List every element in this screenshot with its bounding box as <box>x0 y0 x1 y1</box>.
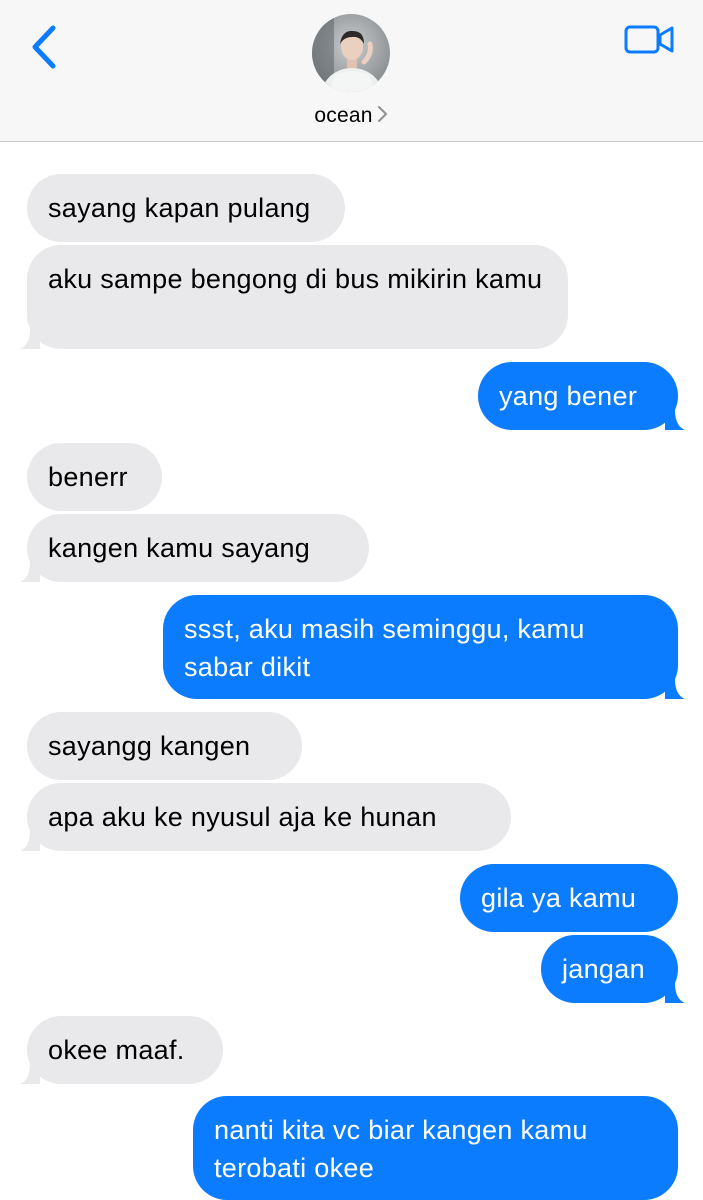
bubble-tail <box>665 410 685 430</box>
message-bubble-outgoing[interactable]: jangan <box>541 935 685 1003</box>
bubble-tail <box>20 562 40 582</box>
message-text: aku sampe bengong di bus mikirin kamu <box>48 264 543 294</box>
chevron-right-icon <box>377 106 387 122</box>
message-bubble-incoming[interactable]: benerr <box>27 443 162 511</box>
message-text: gila ya kamu <box>481 883 637 913</box>
message-bubble-incoming[interactable]: aku sampe bengong di bus mikirin kamu <box>20 245 568 349</box>
conversation-header: ocean <box>0 0 703 142</box>
message-bubble-outgoing[interactable]: nanti kita vc biar kangen kamu terobati … <box>193 1096 678 1200</box>
message-text: kangen kamu sayang <box>48 533 311 563</box>
bubble-tail <box>20 831 40 851</box>
bubble-tail <box>20 1064 40 1084</box>
message-text: ssst, aku masih seminggu, kamu sabar dik… <box>184 614 585 682</box>
contact-name-row: ocean <box>251 104 451 128</box>
contact-info[interactable]: ocean <box>251 14 451 128</box>
message-bubble-incoming[interactable]: sayangg kangen <box>27 712 302 780</box>
avatar <box>312 14 390 92</box>
message-bubble-outgoing[interactable]: ssst, aku masih seminggu, kamu sabar dik… <box>163 595 685 699</box>
message-bubble-outgoing[interactable]: gila ya kamu <box>460 864 678 932</box>
message-text: sayangg kangen <box>48 731 251 761</box>
message-text: sayang kapan pulang <box>48 193 311 223</box>
message-bubble-incoming[interactable]: apa aku ke nyusul aja ke hunan <box>20 783 511 851</box>
message-bubble-incoming[interactable]: kangen kamu sayang <box>20 514 369 582</box>
contact-name: ocean <box>314 104 373 127</box>
message-text: apa aku ke nyusul aja ke hunan <box>48 802 437 832</box>
back-button[interactable] <box>26 22 66 72</box>
message-bubble-outgoing[interactable]: yang bener <box>478 362 685 430</box>
bubble-tail <box>665 679 685 699</box>
chevron-left-icon <box>32 25 56 69</box>
message-bubble-incoming[interactable]: okee maaf. <box>20 1016 223 1084</box>
bubble-tail <box>665 983 685 1003</box>
message-text: okee maaf. <box>48 1035 185 1065</box>
video-call-button[interactable] <box>622 22 676 58</box>
message-bubble-incoming[interactable]: sayang kapan pulang <box>27 174 345 242</box>
message-text: yang bener <box>499 381 638 411</box>
message-text: nanti kita vc biar kangen kamu terobati … <box>214 1115 588 1183</box>
message-text: jangan <box>562 954 645 984</box>
message-text: benerr <box>48 462 128 492</box>
bubble-tail <box>20 329 40 349</box>
video-camera-icon <box>624 25 674 54</box>
